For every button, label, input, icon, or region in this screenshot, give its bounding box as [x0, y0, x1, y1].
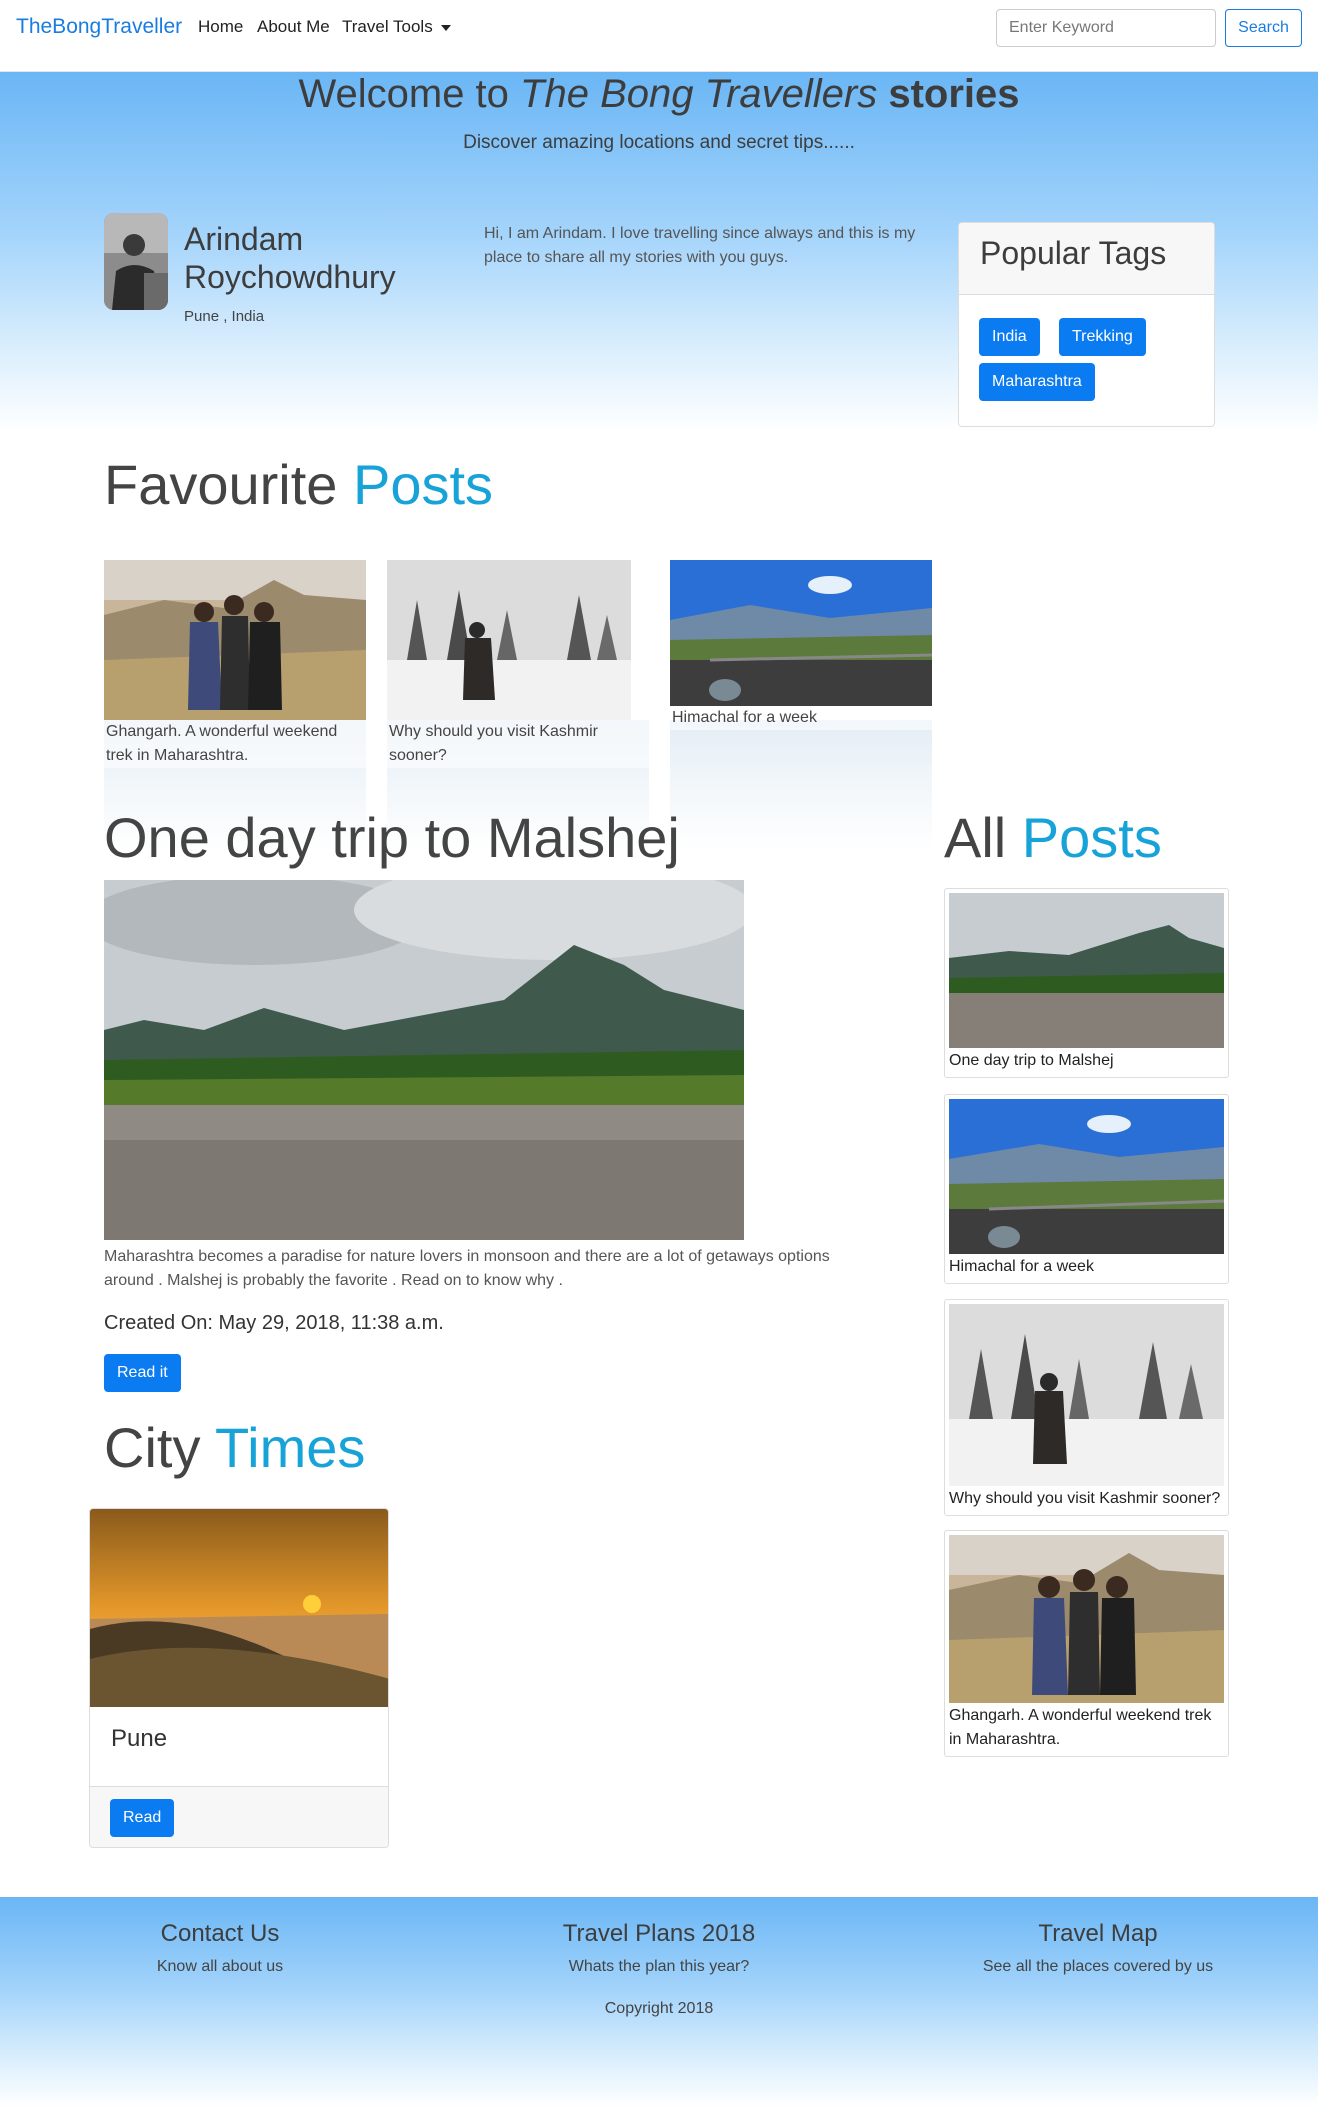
all-post-caption: Himachal for a week	[949, 1258, 1094, 1275]
city-card-footer: Read	[90, 1786, 388, 1847]
hero-subtitle: Discover amazing locations and secret ti…	[463, 132, 855, 153]
favourite-post-card[interactable]: Ghangarh. A wonderful weekend trek in Ma…	[104, 560, 366, 768]
city-image-pune	[90, 1509, 388, 1707]
footer-plans-title[interactable]: Travel Plans 2018	[439, 1920, 879, 1948]
hero-title-italic: The Bong Travellers	[520, 72, 878, 116]
all-post-caption: One day trip to Malshej	[949, 1052, 1114, 1069]
all-post-caption: Ghangarh. A wonderful weekend trek in Ma…	[949, 1707, 1212, 1748]
search-input[interactable]	[996, 9, 1216, 47]
city-times-title-accent: Times	[215, 1416, 366, 1479]
footer-contact[interactable]: Contact Us Know all about us	[0, 1920, 440, 1976]
post-excerpt: Maharashtra becomes a paradise for natur…	[104, 1248, 830, 1289]
hero-title-prefix: Welcome to	[298, 72, 521, 116]
tag-maharashtra[interactable]: Maharashtra	[979, 363, 1095, 401]
city-times-title: City Times	[104, 1415, 365, 1480]
profile-name: Arindam Roychowdhury	[184, 221, 396, 295]
fav-image-himachal	[670, 560, 932, 706]
footer-contact-title[interactable]: Contact Us	[0, 1920, 440, 1948]
favourite-post-card[interactable]: Why should you visit Kashmir sooner?	[387, 560, 649, 768]
fav-caption: Why should you visit Kashmir sooner?	[387, 720, 649, 768]
footer-travel-plans[interactable]: Travel Plans 2018 Whats the plan this ye…	[439, 1920, 879, 1976]
city-read-button[interactable]: Read	[110, 1799, 175, 1837]
footer-contact-sub: Know all about us	[156, 1958, 284, 1975]
all-post-image-kashmir	[949, 1304, 1224, 1486]
favourite-post-card[interactable]: Himachal for a week	[670, 560, 932, 730]
tag-india[interactable]: India	[979, 318, 1040, 356]
popular-tags-title: Popular Tags	[959, 223, 1214, 295]
post-title[interactable]: One day trip to Malshej	[104, 805, 680, 870]
hero-title-bold: stories	[877, 72, 1020, 116]
city-card-pune: Pune Read	[89, 1508, 389, 1848]
all-post-image-himachal	[949, 1099, 1224, 1254]
all-posts-title: All Posts	[944, 805, 1162, 870]
fav-image-kashmir	[387, 560, 649, 720]
nav-travel-tools[interactable]: Travel Tools	[342, 17, 451, 37]
footer-plans-sub: Whats the plan this year?	[568, 1958, 750, 1975]
footer-map-sub: See all the places covered by us	[982, 1958, 1214, 1975]
profile-bio: Hi, I am Arindam. I love travelling sinc…	[484, 225, 916, 266]
all-posts-title-accent: Posts	[1021, 806, 1162, 869]
city-name: Pune	[111, 1725, 168, 1752]
fav-image-ghangarh	[104, 560, 366, 720]
nav-travel-tools-label: Travel Tools	[342, 17, 433, 36]
favourite-posts-title-accent: Posts	[353, 453, 494, 516]
footer-map-title[interactable]: Travel Map	[878, 1920, 1318, 1948]
all-post-caption: Why should you visit Kashmir sooner?	[949, 1490, 1221, 1507]
popular-tags-card: Popular Tags India Trekking Maharashtra	[958, 222, 1215, 427]
nav-about[interactable]: About Me	[257, 17, 330, 37]
favourite-posts-title-main: Favourite	[104, 453, 353, 516]
nav-home[interactable]: Home	[198, 17, 243, 37]
fav-caption: Himachal for a week	[670, 706, 932, 730]
read-it-button[interactable]: Read it	[104, 1354, 181, 1392]
hero-title: Welcome to The Bong Travellers stories	[0, 72, 1318, 117]
all-post-card[interactable]: Himachal for a week	[944, 1094, 1229, 1284]
city-times-title-main: City	[104, 1416, 215, 1479]
favourite-posts-title: Favourite Posts	[104, 452, 493, 517]
post-image-malshej[interactable]	[104, 880, 744, 1240]
all-post-image-ghangarh	[949, 1535, 1224, 1703]
search-button[interactable]: Search	[1225, 9, 1302, 47]
caret-down-icon	[440, 24, 451, 31]
post-created-date: Created On: May 29, 2018, 11:38 a.m.	[104, 1312, 444, 1334]
all-post-card[interactable]: Ghangarh. A wonderful weekend trek in Ma…	[944, 1530, 1229, 1757]
all-posts-title-main: All	[944, 806, 1022, 869]
fav-reflection	[670, 720, 932, 850]
copyright: Copyright 2018	[604, 2000, 714, 2017]
brand-link[interactable]: TheBongTraveller	[16, 15, 182, 39]
avatar	[104, 213, 168, 310]
all-post-card[interactable]: One day trip to Malshej	[944, 888, 1229, 1078]
navbar: TheBongTraveller Home About Me Travel To…	[0, 0, 1318, 72]
tag-trekking[interactable]: Trekking	[1059, 318, 1146, 356]
footer-travel-map[interactable]: Travel Map See all the places covered by…	[878, 1920, 1318, 1976]
all-post-card[interactable]: Why should you visit Kashmir sooner?	[944, 1299, 1229, 1516]
profile-location: Pune , India	[184, 308, 265, 325]
all-post-image-malshej	[949, 893, 1224, 1048]
fav-caption: Ghangarh. A wonderful weekend trek in Ma…	[104, 720, 366, 768]
